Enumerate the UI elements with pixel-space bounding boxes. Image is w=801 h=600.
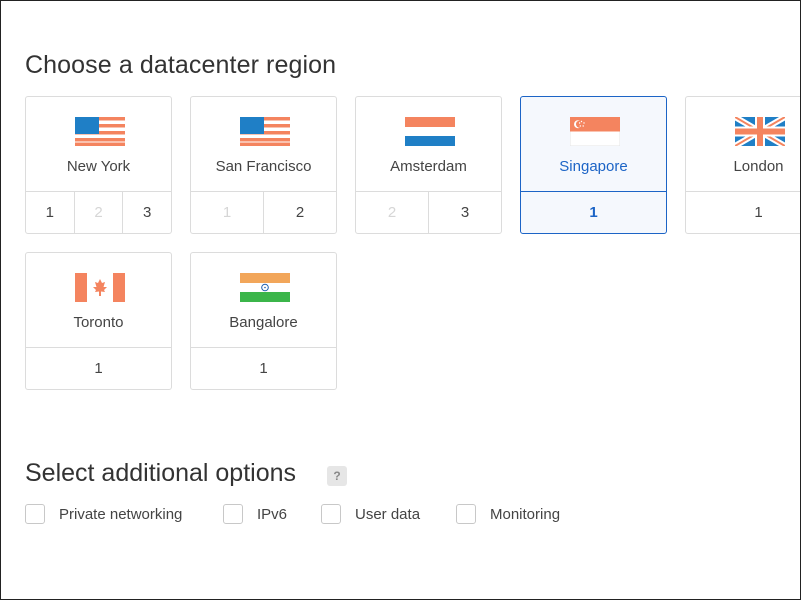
option-monitoring[interactable]: Monitoring (456, 504, 560, 524)
region-card-toronto[interactable]: Toronto 1 (25, 252, 172, 390)
datacenter-slots: 1 2 (191, 191, 336, 233)
slot-option-disabled: 1 (222, 204, 232, 221)
section-title-options: Select additional options (25, 459, 297, 487)
slot-option[interactable]: 2 (263, 192, 336, 233)
slot-option-disabled: 2 (73, 192, 123, 233)
slot-option[interactable]: 3 (122, 192, 171, 233)
checkbox[interactable] (25, 504, 45, 524)
region-name: New York (66, 158, 131, 175)
option-label: IPv6 (257, 505, 288, 523)
datacenter-slots: 1 (686, 191, 800, 233)
sg-flag-icon (570, 117, 620, 146)
region-card-new-york[interactable]: New York 1 2 3 (25, 96, 172, 234)
datacenter-slots: 2 3 (356, 191, 501, 233)
checkbox[interactable] (223, 504, 243, 524)
checkbox[interactable] (456, 504, 476, 524)
in-flag-icon (240, 273, 290, 302)
datacenter-slots: 1 2 3 (26, 191, 171, 233)
option-label: Monitoring (490, 505, 561, 523)
slot-option[interactable]: 1 (26, 348, 171, 389)
page-frame: Choose a datacenter region New York 1 2 … (0, 0, 801, 600)
region-name: San Francisco (215, 158, 312, 175)
checkbox[interactable] (321, 504, 341, 524)
region-name: London (733, 158, 784, 175)
datacenter-slots: 1 (521, 191, 666, 233)
uk-flag-icon (735, 117, 785, 146)
option-ipv6[interactable]: IPv6 (223, 504, 287, 524)
us-flag-icon (240, 117, 290, 146)
region-card-london[interactable]: London 1 (685, 96, 800, 234)
option-label: User data (355, 505, 421, 523)
option-user-data[interactable]: User data (321, 504, 420, 524)
region-name: Singapore (559, 158, 628, 175)
region-name: Amsterdam (390, 158, 467, 175)
datacenter-slots: 1 (191, 347, 336, 389)
slot-option[interactable]: 1 (686, 192, 800, 233)
us-flag-icon (75, 117, 125, 146)
option-private-networking[interactable]: Private networking (25, 504, 182, 524)
option-label: Private networking (59, 505, 183, 523)
region-card-singapore[interactable]: Singapore 1 (520, 96, 667, 234)
nl-flag-icon (405, 117, 455, 146)
region-name: Toronto (73, 314, 124, 331)
section-title-region: Choose a datacenter region (25, 51, 337, 79)
ca-flag-icon (75, 273, 125, 302)
slot-option-disabled: 2 (387, 204, 397, 221)
region-card-san-francisco[interactable]: San Francisco 1 2 (190, 96, 337, 234)
help-icon[interactable]: ? (327, 466, 347, 486)
region-card-amsterdam[interactable]: Amsterdam 2 3 (355, 96, 502, 234)
slot-option[interactable]: 1 (26, 192, 74, 233)
slot-option[interactable]: 3 (428, 192, 501, 233)
slot-option-selected[interactable]: 1 (521, 192, 666, 233)
region-card-bangalore[interactable]: Bangalore 1 (190, 252, 337, 390)
region-name: Bangalore (229, 314, 298, 331)
slot-option[interactable]: 1 (191, 348, 336, 389)
datacenter-slots: 1 (26, 347, 171, 389)
